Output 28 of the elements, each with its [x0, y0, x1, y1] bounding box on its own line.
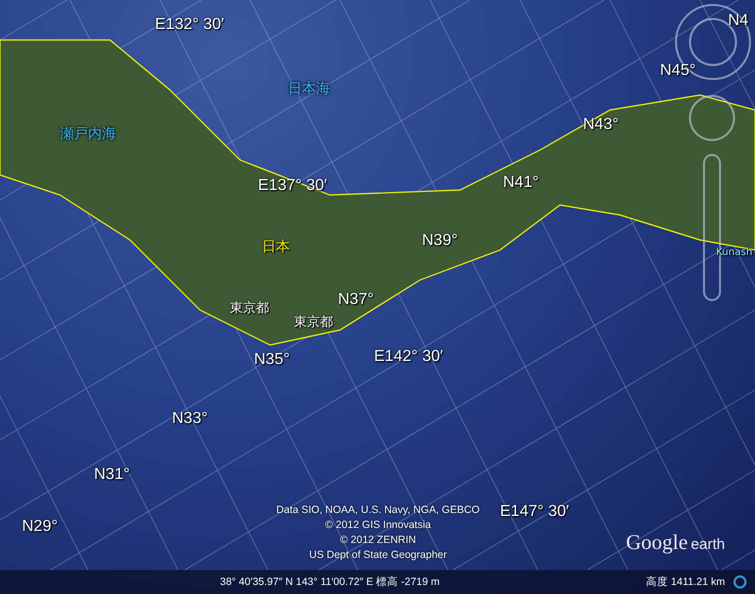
- grid-label: E147° 30′: [500, 503, 570, 521]
- grid-label: N43°: [583, 116, 619, 134]
- grid-label: E137° 30′: [258, 177, 328, 195]
- grid-label: N39°: [422, 232, 458, 250]
- sea-label: 瀬戸内海: [60, 125, 116, 143]
- grid-label: N31°: [94, 466, 130, 484]
- grid-label: N4: [728, 12, 748, 30]
- city-label: 東京都: [294, 314, 333, 331]
- altitude-text: 高度 1411.21 km: [646, 575, 725, 589]
- pointer-coordinates: 38° 40′35.97″ N 143° 11′00.72″ E 標高 -2719 m: [220, 575, 440, 589]
- country-label: 日本: [262, 238, 290, 256]
- logo-text: Google: [626, 530, 688, 555]
- attribution-text: © 2012 ZENRIN: [340, 533, 416, 548]
- grid-label: N33°: [172, 410, 208, 428]
- grid-label: N29°: [22, 518, 58, 536]
- grid-label: N45°: [660, 62, 696, 80]
- grid-label: E142° 30′: [374, 348, 444, 366]
- logo-text: earth: [690, 536, 726, 553]
- city-label: 東京都: [230, 300, 269, 317]
- attribution-text: US Dept of State Geographer: [309, 548, 447, 563]
- grid-label: N35°: [254, 351, 290, 369]
- attribution-text: Data SIO, NOAA, U.S. Navy, NGA, GEBCO: [276, 503, 480, 518]
- loading-ring-icon: [733, 575, 747, 589]
- grid-label: E132° 30′: [155, 16, 224, 34]
- grid-label: N37°: [338, 291, 374, 309]
- attribution-text: © 2012 GIS Innovatsia: [325, 518, 431, 533]
- grid-label: N41°: [503, 174, 539, 192]
- sea-label: 日本海: [288, 80, 330, 98]
